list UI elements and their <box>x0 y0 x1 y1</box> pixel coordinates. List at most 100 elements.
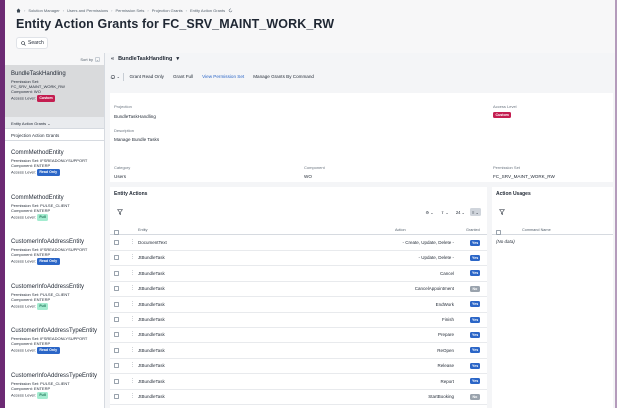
column-entity[interactable]: Entity <box>138 228 148 232</box>
table-row[interactable]: ⋮ JtBundleTask CancelAppointment No <box>110 282 487 298</box>
select-all-checkbox[interactable] <box>496 230 501 235</box>
sidebar-card[interactable]: CommMethodEntity Permission Set: IFSREADO… <box>5 144 104 189</box>
column-command-name[interactable]: Command Name <box>522 228 551 232</box>
table-row[interactable]: ⋮ JtBundleTask Cancel Yes <box>110 267 487 282</box>
export-menu[interactable]: ⇪ ⌄ <box>439 208 451 216</box>
search-button[interactable]: Search <box>16 37 48 49</box>
meta-label: Access Level: <box>11 258 36 264</box>
entity-cell: JtBundleTask <box>138 394 165 399</box>
meta-label: Access Level: <box>11 392 36 398</box>
action-usages-panel: Action Usages Command Name (No data) <box>492 187 613 408</box>
tab-entity-action-grants[interactable]: Entity Action Grants ⌄ <box>5 117 104 129</box>
nav-projection-action-grants[interactable]: Projection Action Grants <box>5 129 104 141</box>
action-cell: Prepare <box>437 332 454 338</box>
entity-cell: DocumentText <box>138 240 167 245</box>
table-row[interactable]: ⋮ JtBundleTask Report Yes <box>110 375 487 390</box>
refresh-icon[interactable] <box>228 8 233 13</box>
more-options-icon[interactable]: ⋮ <box>130 347 135 353</box>
manage-grants-by-command-button[interactable]: Manage Grants By Command <box>250 72 317 81</box>
panel-title: Action Usages <box>496 191 531 197</box>
column-action[interactable]: Action <box>395 228 406 232</box>
action-cell: EndWork <box>435 301 454 307</box>
table-row[interactable]: ⋮ DocumentText - Create, Update, Delete - Y… <box>110 236 487 251</box>
row-checkbox[interactable] <box>114 317 119 322</box>
access-level-label: Access Level <box>493 104 517 109</box>
info-section: Projection BundleTaskHandling Descriptio… <box>110 93 613 182</box>
more-options-icon[interactable]: ⋮ <box>130 301 135 307</box>
page-size-select[interactable]: 24 ⌄ <box>454 208 467 216</box>
meta-label: Access Level: <box>11 214 36 220</box>
grant-read-only-button[interactable]: Grant Read Only <box>127 72 167 81</box>
filter-icon[interactable] <box>117 209 123 215</box>
row-checkbox[interactable] <box>114 394 119 399</box>
meta-label: Component: <box>11 163 33 168</box>
grant-full-button[interactable]: Grant Full <box>170 72 196 81</box>
view-permission-set-button[interactable]: View Permission Set <box>199 72 247 81</box>
empty-state: (No data) <box>496 239 515 244</box>
sort-control[interactable]: Sort by ⌄ <box>80 57 100 62</box>
bell-icon[interactable]: ⌄ <box>110 74 120 80</box>
home-icon[interactable] <box>16 8 21 13</box>
meta-label: Component: <box>11 385 33 391</box>
sidebar-card[interactable]: CustomerInfoAddressEntity Permission Set:… <box>5 233 104 278</box>
granted-badge: Yes <box>470 378 481 385</box>
row-checkbox[interactable] <box>114 255 119 261</box>
caret-down-icon[interactable]: ▾ <box>176 56 179 62</box>
sidebar-card[interactable]: CustomerInfoAddressEntity Permission Set:… <box>5 278 104 323</box>
granted-badge: Yes <box>470 301 481 308</box>
view-mode-menu[interactable]: ≡ ⌄ <box>470 208 481 216</box>
row-checkbox[interactable] <box>114 301 119 307</box>
row-checkbox[interactable] <box>114 378 119 384</box>
entity-cell: JtBundleTask <box>138 347 165 353</box>
breadcrumb-item[interactable]: Permission Sets <box>116 8 145 13</box>
access-level-badge: Custom <box>36 95 56 102</box>
projection-value: BundleTaskHandling <box>114 114 156 119</box>
row-checkbox[interactable] <box>114 332 119 338</box>
more-options-icon[interactable]: ⋮ <box>130 239 135 245</box>
category-label: Category <box>114 165 131 170</box>
breadcrumb-item[interactable]: Users and Permissions <box>67 8 108 13</box>
breadcrumb-item[interactable]: Solution Manager <box>28 8 59 13</box>
table-row[interactable]: ⋮ JtBundleTask EndWork Yes <box>110 298 487 313</box>
access-level-badge: Read Only <box>36 258 60 265</box>
table-tools: ⚙ ⌄ ⇪ ⌄ 24 ⌄ ≡ ⌄ <box>424 208 481 216</box>
sidebar-card[interactable]: CustomerInfoAddressTypeEntity Permission … <box>5 367 104 408</box>
column-granted[interactable]: Granted <box>466 228 480 232</box>
breadcrumb-item: Entity Action Grants <box>190 8 226 13</box>
row-checkbox[interactable] <box>114 363 119 369</box>
table-row[interactable]: ⋮ JtBundleTask Prepare Yes <box>110 328 487 344</box>
list-icon: ≡ <box>472 209 475 215</box>
breadcrumb: › Solution Manager › Users and Permissio… <box>16 8 233 13</box>
more-options-icon[interactable]: ⋮ <box>130 362 135 368</box>
sidebar-card[interactable]: CommMethodEntity Permission Set: PULSE_CL… <box>5 189 104 234</box>
more-options-icon[interactable]: ⋮ <box>130 378 135 384</box>
granted-badge: Yes <box>470 270 481 277</box>
granted-badge: No <box>470 285 480 292</box>
filter-icon[interactable] <box>499 209 505 215</box>
more-options-icon[interactable]: ⋮ <box>130 285 135 291</box>
breadcrumb-item[interactable]: Projection Grants <box>152 8 183 13</box>
component-value: WO <box>304 174 312 179</box>
row-checkbox[interactable] <box>114 347 119 353</box>
more-options-icon[interactable]: ⋮ <box>130 316 135 322</box>
sidebar-card[interactable]: CustomerInfoAddressTypeEntity Permission … <box>5 322 104 367</box>
collapse-icon[interactable]: « <box>111 56 114 62</box>
more-options-icon[interactable]: ⋮ <box>130 331 135 337</box>
select-all-checkbox[interactable] <box>114 230 119 235</box>
table-row[interactable]: ⋮ JtBundleTask - Update, Delete - Yes <box>110 251 487 267</box>
table-row[interactable]: ⋮ JtBundleTask Release Yes <box>110 359 487 375</box>
more-options-icon[interactable]: ⋮ <box>130 270 135 276</box>
card-title: CustomerInfoAddressEntity <box>11 283 85 290</box>
row-checkbox[interactable] <box>114 270 119 276</box>
main-panel: « BundleTaskHandling ▾ ⌄ Grant Read Only… <box>105 53 615 408</box>
row-checkbox[interactable] <box>114 286 119 292</box>
selected-card[interactable]: BundleTaskHandling Permission Set: FC_SR… <box>5 65 104 117</box>
table-row[interactable]: ⋮ JtBundleTask ReOpen Yes <box>110 344 487 359</box>
more-options-icon[interactable]: ⋮ <box>130 393 135 399</box>
table-row[interactable]: ⋮ JtBundleTask StartBooking No <box>110 390 487 405</box>
component-value: ENTERP <box>33 252 51 257</box>
more-options-icon[interactable]: ⋮ <box>130 254 135 260</box>
row-checkbox[interactable] <box>114 240 119 245</box>
settings-menu[interactable]: ⚙ ⌄ <box>424 208 436 216</box>
table-row[interactable]: ⋮ JtBundleTask Finish Yes <box>110 313 487 328</box>
